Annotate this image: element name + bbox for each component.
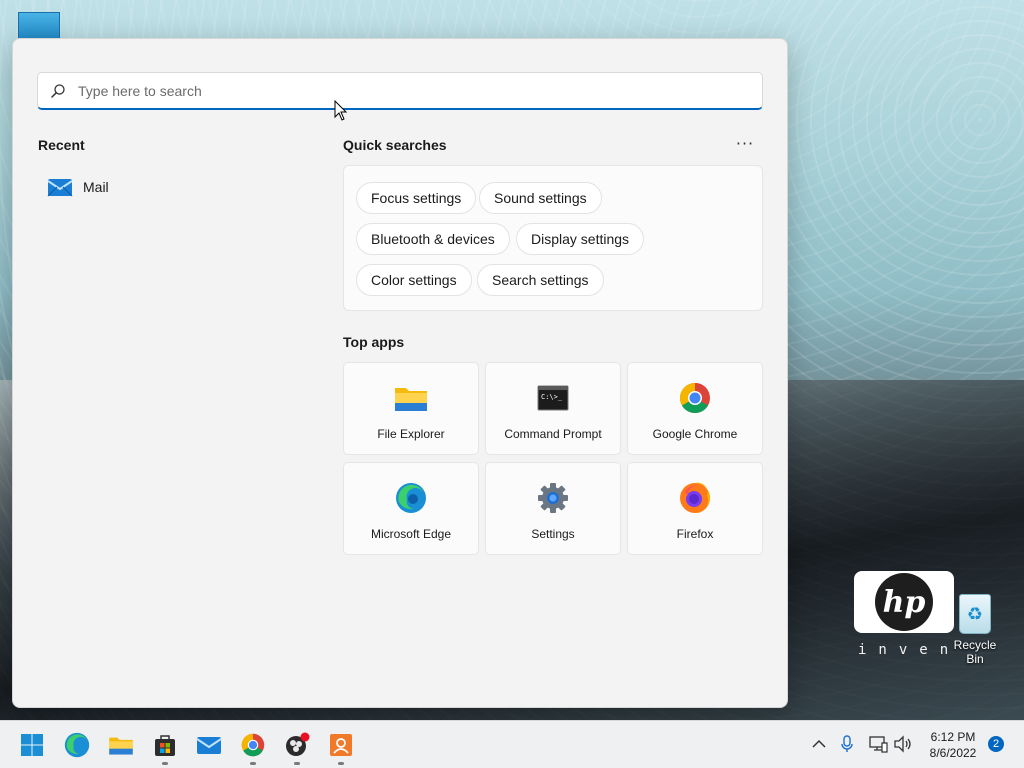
recent-item-mail[interactable]: Mail (37, 169, 297, 205)
network-icon[interactable] (867, 733, 889, 755)
hp-logo-text: hp (882, 584, 926, 620)
app-tile-label: Microsoft Edge (370, 527, 452, 541)
quick-searches-card: Focus settings Sound settings Bluetooth … (343, 165, 763, 311)
taskbar-edge-button[interactable] (61, 729, 93, 761)
start-button[interactable] (16, 729, 48, 761)
firefox-icon (678, 481, 712, 515)
taskbar-store-button[interactable] (149, 729, 181, 765)
search-input[interactable] (78, 82, 762, 99)
app-tile-settings[interactable]: Settings (485, 462, 621, 555)
obs-icon (286, 732, 310, 756)
file-explorer-icon (109, 737, 133, 755)
taskbar-obs-button[interactable] (281, 729, 313, 765)
app-tile-google-chrome[interactable]: Google Chrome (627, 362, 763, 455)
taskbar-orange-app-button[interactable] (325, 729, 357, 765)
recycle-bin-icon: ♻ (959, 594, 991, 634)
app-tile-command-prompt[interactable]: C:\>_ Command Prompt (485, 362, 621, 455)
app-tile-file-explorer[interactable]: File Explorer (343, 362, 479, 455)
edge-icon (394, 481, 428, 515)
chip-color-settings[interactable]: Color settings (356, 264, 472, 296)
mail-icon (47, 179, 73, 197)
show-hidden-icons-chevron-up-icon[interactable] (808, 733, 830, 755)
search-icon (38, 73, 78, 109)
app-tile-label: Command Prompt (504, 427, 602, 441)
chip-focus-settings[interactable]: Focus settings (356, 182, 477, 214)
search-box[interactable] (37, 72, 763, 110)
app-tile-firefox[interactable]: Firefox (627, 462, 763, 555)
chrome-icon (678, 381, 712, 415)
top-apps-title: Top apps (343, 334, 405, 350)
svg-text:C:\>_: C:\>_ (541, 393, 563, 401)
app-tile-microsoft-edge[interactable]: Microsoft Edge (343, 462, 479, 555)
mouse-cursor-icon (334, 100, 348, 121)
recycle-bin-shortcut[interactable]: ♻ Recycle Bin (944, 594, 1006, 666)
mail-icon (196, 737, 222, 754)
chip-bluetooth-devices[interactable]: Bluetooth & devices (356, 223, 510, 255)
volume-icon[interactable] (892, 733, 914, 755)
microphone-icon[interactable] (836, 733, 858, 755)
quick-searches-title: Quick searches (343, 137, 447, 153)
store-icon (155, 735, 175, 756)
app-orange-icon (330, 734, 352, 756)
recycle-bin-label: Recycle Bin (953, 638, 997, 666)
windows-start-icon (21, 734, 43, 756)
clock-time: 6:12 PM (930, 730, 976, 744)
gear-icon (536, 481, 570, 515)
taskbar-file-explorer-button[interactable] (105, 729, 137, 761)
chrome-icon (241, 733, 265, 757)
app-tile-label: Firefox (676, 527, 714, 541)
taskbar: 6:12 PM 8/6/2022 2 (0, 720, 1024, 768)
hp-logo: hp (854, 571, 954, 633)
app-tile-label: Google Chrome (652, 427, 738, 441)
edge-icon (64, 732, 90, 758)
notification-badge[interactable]: 2 (988, 736, 1004, 752)
taskbar-chrome-button[interactable] (237, 729, 269, 765)
clock-date: 8/6/2022 (929, 746, 977, 760)
recent-item-label: Mail (83, 179, 109, 195)
more-options-button[interactable]: ··· (729, 131, 761, 155)
app-tile-label: File Explorer (377, 427, 445, 441)
taskbar-clock[interactable]: 6:12 PM 8/6/2022 (918, 729, 988, 761)
folder-icon (394, 381, 428, 415)
chip-display-settings[interactable]: Display settings (516, 223, 645, 255)
taskbar-mail-button[interactable] (193, 729, 225, 761)
chip-search-settings[interactable]: Search settings (477, 264, 604, 296)
app-tile-label: Settings (531, 527, 575, 541)
recent-title: Recent (38, 137, 85, 153)
search-panel: Recent Mail Quick searches ··· Focus set… (12, 38, 788, 708)
terminal-icon: C:\>_ (536, 381, 570, 415)
chip-sound-settings[interactable]: Sound settings (479, 182, 602, 214)
